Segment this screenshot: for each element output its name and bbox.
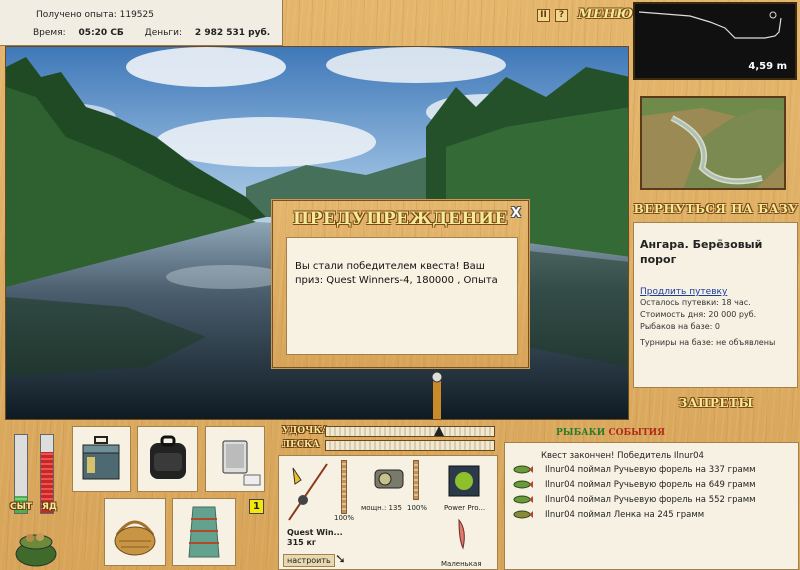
lure-icon[interactable] — [451, 516, 475, 556]
tab-fishers[interactable]: РЫБАКИ — [556, 428, 605, 438]
tension-marker-icon — [434, 426, 444, 436]
rod-icon[interactable] — [283, 458, 333, 528]
return-to-base-button[interactable]: ВЕРНУТЬСЯ НА БАЗУ — [633, 202, 799, 216]
depth-value: 4,59 m — [748, 61, 787, 72]
bag-icon[interactable] — [12, 528, 60, 568]
time-label: Время: — [33, 28, 66, 38]
rod-label: УДОЧКА — [282, 426, 329, 436]
events-tabs: РЫБАКИ СОБЫТИЯ — [556, 428, 665, 438]
events-panel: Квест закончен! Победитель Ilnur04 Ilnur… — [504, 442, 799, 570]
rod-wear-gauge — [341, 460, 347, 514]
slot-page-badge[interactable]: 1 — [249, 499, 264, 514]
rod-weight: 315 кг — [287, 538, 317, 547]
rod-name: Quest Win... — [287, 528, 343, 537]
backpack-icon — [150, 435, 186, 479]
time-value: 05:20 СБ — [78, 28, 124, 38]
reel-wear-gauge — [413, 460, 419, 500]
setup-button[interactable]: настроить — [283, 554, 335, 567]
event-item: Ilnur04 поймал Ленка на 245 грамм — [513, 510, 704, 520]
reel-power: мощн.: 135 — [361, 504, 402, 512]
line-name: Power Pro... — [444, 504, 486, 512]
line-spool-icon[interactable] — [447, 464, 481, 498]
tournaments-info: Турниры на базе: не объявлены — [640, 338, 776, 347]
line-label: ЛЕСКА — [282, 440, 320, 450]
fishers-count: Рыбаков на базе: 0 — [640, 322, 720, 331]
experience-row: Получено опыта: 119525 — [36, 10, 154, 20]
slot-tackle-box[interactable] — [72, 426, 131, 492]
terrain-image — [642, 98, 784, 188]
tackle-box-icon — [82, 436, 120, 480]
keepnet-icon — [188, 506, 220, 558]
event-item: Квест закончен! Победитель Ilnur04 — [541, 451, 704, 461]
slot-basket[interactable] — [104, 498, 166, 566]
location-map[interactable] — [640, 96, 786, 190]
phone-icon — [222, 440, 261, 486]
fish-icon — [513, 465, 533, 474]
slot-phone[interactable] — [205, 426, 265, 492]
rod-percent: 100% — [334, 514, 355, 522]
close-icon[interactable]: X — [509, 207, 523, 221]
base-info-panel: Ангара. Берёзовый порог Продлить путевку… — [633, 222, 798, 388]
money-label: Деньги: — [144, 28, 183, 38]
basket-icon — [114, 520, 156, 556]
day-cost: Стоимость дня: 20 000 руб. — [640, 310, 757, 319]
event-item: Ilnur04 поймал Ручьевую форель на 552 гр… — [513, 495, 756, 505]
slot-backpack[interactable] — [137, 426, 198, 492]
slot-keepnet[interactable] — [172, 498, 236, 566]
experience-value: 119525 — [119, 10, 154, 20]
menu-button[interactable]: МЕНЮ — [578, 7, 633, 22]
stats-panel: Получено опыта: 119525 Время: 05:20 СБ Д… — [0, 0, 283, 46]
tackle-panel: 100% Quest Win... 315 кг настроить ➘ мощ… — [278, 455, 498, 570]
satiety-label: СЫТ — [10, 502, 33, 512]
arrow-down-right-icon[interactable]: ➘ — [335, 552, 346, 567]
experience-label: Получено опыта: — [36, 10, 117, 20]
pause-button[interactable]: II — [537, 9, 550, 22]
dialog-title: ПРЕДУПРЕЖДЕНИЕ — [293, 209, 508, 229]
time-money-row: Время: 05:20 СБ Деньги: 2 982 531 руб. — [33, 28, 273, 38]
lure-name: Маленькая — [441, 560, 482, 568]
line-tension-bar — [325, 440, 495, 451]
trip-remaining: Осталось путевки: 18 час. — [640, 298, 751, 307]
event-item: Ilnur04 поймал Ручьевую форель на 649 гр… — [513, 480, 756, 490]
depth-profile: 4,59 m — [633, 2, 797, 80]
reel-icon[interactable] — [371, 462, 409, 496]
tab-events[interactable]: СОБЫТИЯ — [608, 428, 665, 438]
extend-trip-link[interactable]: Продлить путевку — [640, 287, 791, 297]
event-item: Ilnur04 поймал Ручьевую форель на 337 гр… — [513, 465, 756, 475]
location-name: Ангара. Берёзовый порог — [640, 238, 763, 266]
money-value: 2 982 531 руб. — [194, 28, 271, 38]
reel-percent: 100% — [407, 504, 428, 512]
warning-dialog: ПРЕДУПРЕЖДЕНИЕ X Вы стали победителем кв… — [272, 200, 529, 368]
poison-label: ЯД — [42, 502, 57, 512]
fish-icon — [513, 480, 533, 489]
fish-icon — [513, 495, 533, 504]
dialog-message: Вы стали победителем квеста! Ваш приз: Q… — [286, 237, 518, 355]
rod-tension-bar — [325, 426, 495, 437]
help-button[interactable]: ? — [555, 9, 568, 22]
bans-button[interactable]: ЗАПРЕТЫ — [633, 396, 799, 410]
fish-icon — [513, 510, 533, 519]
